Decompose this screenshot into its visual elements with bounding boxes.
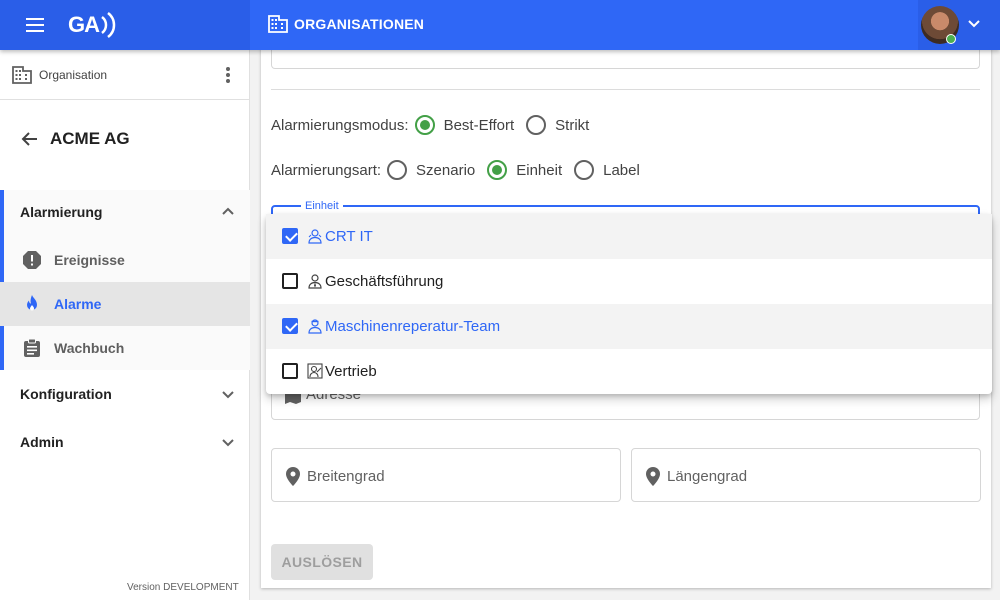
top-app-bar: GA ORGANISATIONEN: [0, 0, 1000, 50]
checkbox[interactable]: [282, 273, 298, 289]
logo-text: GA: [68, 12, 100, 37]
checkbox[interactable]: [282, 363, 298, 379]
more-options-button[interactable]: [222, 65, 234, 85]
checkbox-checked[interactable]: [282, 228, 298, 244]
radio-option-label: Einheit: [516, 161, 563, 179]
location-pin-icon: [646, 467, 660, 486]
org-title-row: ACME AG: [0, 120, 250, 156]
sidebar-item-label: Wachbuch: [54, 340, 125, 356]
laengengrad-input[interactable]: Längengrad: [631, 448, 981, 502]
arrow-back-icon[interactable]: [20, 129, 40, 149]
alarmierungsmodus-label: Alarmierungsmodus:: [271, 116, 409, 134]
einheit-field-legend: Einheit: [301, 200, 343, 212]
alarmierungsmodus-group: Alarmierungsmodus: Best-Effort Strikt: [271, 113, 601, 137]
radio-option-label: Strikt: [555, 116, 590, 134]
radio-button[interactable]: [526, 115, 547, 135]
radio-button[interactable]: [574, 160, 595, 180]
chevron-down-icon: [968, 20, 980, 28]
radio-option-label-type[interactable]: Label: [574, 160, 640, 180]
laengengrad-placeholder: Längengrad: [667, 468, 748, 485]
sidebar-item-label: Alarme: [54, 296, 102, 312]
radio-button-checked[interactable]: [414, 115, 435, 135]
group-icon: [308, 229, 322, 244]
flame-icon: [27, 295, 37, 311]
einheit-option-maschinenreperatur-team[interactable]: Maschinenreperatur-Team: [266, 304, 992, 349]
nav-group-label: Konfiguration: [20, 386, 112, 402]
nav-group-header-admin[interactable]: Admin: [0, 420, 250, 464]
radio-button[interactable]: [387, 160, 408, 180]
radio-option-best-effort[interactable]: Best-Effort: [414, 115, 515, 135]
nav-group-header-alarmierung[interactable]: Alarmierung: [0, 190, 250, 234]
topbar-brand-area: GA: [0, 0, 250, 50]
exclamation-circle-icon: [23, 251, 41, 269]
alarmierungsart-label: Alarmierungsart:: [271, 161, 382, 179]
mechanic-icon: [308, 319, 322, 334]
nav-group-alarmierung: Alarmierung Ereignisse Alarme Wachbuch: [0, 190, 250, 370]
radio-option-label: Best-Effort: [443, 116, 515, 134]
version-label: Version DEVELOPMENT: [127, 582, 239, 593]
org-context-header: Organisation: [0, 50, 250, 100]
nav-group-label: Alarmierung: [20, 204, 103, 220]
einheit-dropdown-panel: CRT IT Geschäftsführung Maschinenreperat…: [266, 214, 992, 394]
hamburger-menu-button[interactable]: [22, 13, 50, 37]
divider: [271, 89, 980, 90]
radio-option-strikt[interactable]: Strikt: [526, 115, 589, 135]
app-logo[interactable]: GA: [68, 10, 119, 40]
sidebar-item-label: Ereignisse: [54, 252, 125, 268]
sidebar-item-ereignisse[interactable]: Ereignisse: [0, 238, 250, 282]
building-icon: [268, 15, 288, 33]
einheit-option-label: Maschinenreperatur-Team: [325, 318, 501, 335]
ausloesen-button[interactable]: AUSLÖSEN: [271, 544, 373, 580]
org-name-heading: ACME AG: [50, 129, 130, 148]
page-title-wrap: ORGANISATIONEN: [268, 15, 424, 33]
sidebar: Organisation ACME AG Alarmierung Ereigni…: [0, 50, 250, 600]
einheit-option-label: Geschäftsführung: [325, 273, 444, 290]
radio-option-label: Label: [603, 161, 640, 179]
sales-person-icon: [307, 363, 323, 379]
nav-group-label: Admin: [20, 434, 64, 450]
breitengrad-placeholder: Breitengrad: [307, 468, 385, 485]
online-status-dot: [946, 34, 956, 44]
sidebar-item-wachbuch[interactable]: Wachbuch: [0, 326, 250, 370]
alarmierungsart-group: Alarmierungsart: Szenario Einheit Label: [271, 158, 652, 182]
radio-option-einheit[interactable]: Einheit: [487, 160, 562, 180]
einheit-option-geschaeftsfuehrung[interactable]: Geschäftsführung: [266, 259, 992, 304]
radio-option-label: Szenario: [416, 161, 476, 179]
einheit-option-vertrieb[interactable]: Vertrieb: [266, 349, 992, 394]
user-menu-button[interactable]: [918, 0, 1000, 50]
chevron-up-icon: [222, 207, 234, 215]
einheit-option-label: Vertrieb: [325, 363, 377, 380]
person-tie-icon: [308, 274, 322, 289]
chevron-down-icon: [222, 439, 234, 447]
org-context-label: Organisation: [39, 68, 108, 82]
building-icon: [12, 66, 32, 84]
radio-button-checked[interactable]: [487, 160, 508, 180]
chevron-down-icon: [222, 391, 234, 399]
breitengrad-input[interactable]: Breitengrad: [271, 448, 621, 502]
page-title: ORGANISATIONEN: [294, 16, 425, 32]
nav-group-header-konfiguration[interactable]: Konfiguration: [0, 372, 250, 416]
signal-waves-icon: [101, 12, 116, 38]
einheit-option-crt-it[interactable]: CRT IT: [266, 214, 992, 259]
location-pin-icon: [286, 467, 300, 486]
clipboard-icon: [24, 338, 40, 357]
sidebar-item-alarme[interactable]: Alarme: [0, 282, 250, 326]
radio-option-szenario[interactable]: Szenario: [387, 160, 475, 180]
checkbox-checked[interactable]: [282, 318, 298, 334]
einheit-option-label: CRT IT: [325, 228, 373, 245]
